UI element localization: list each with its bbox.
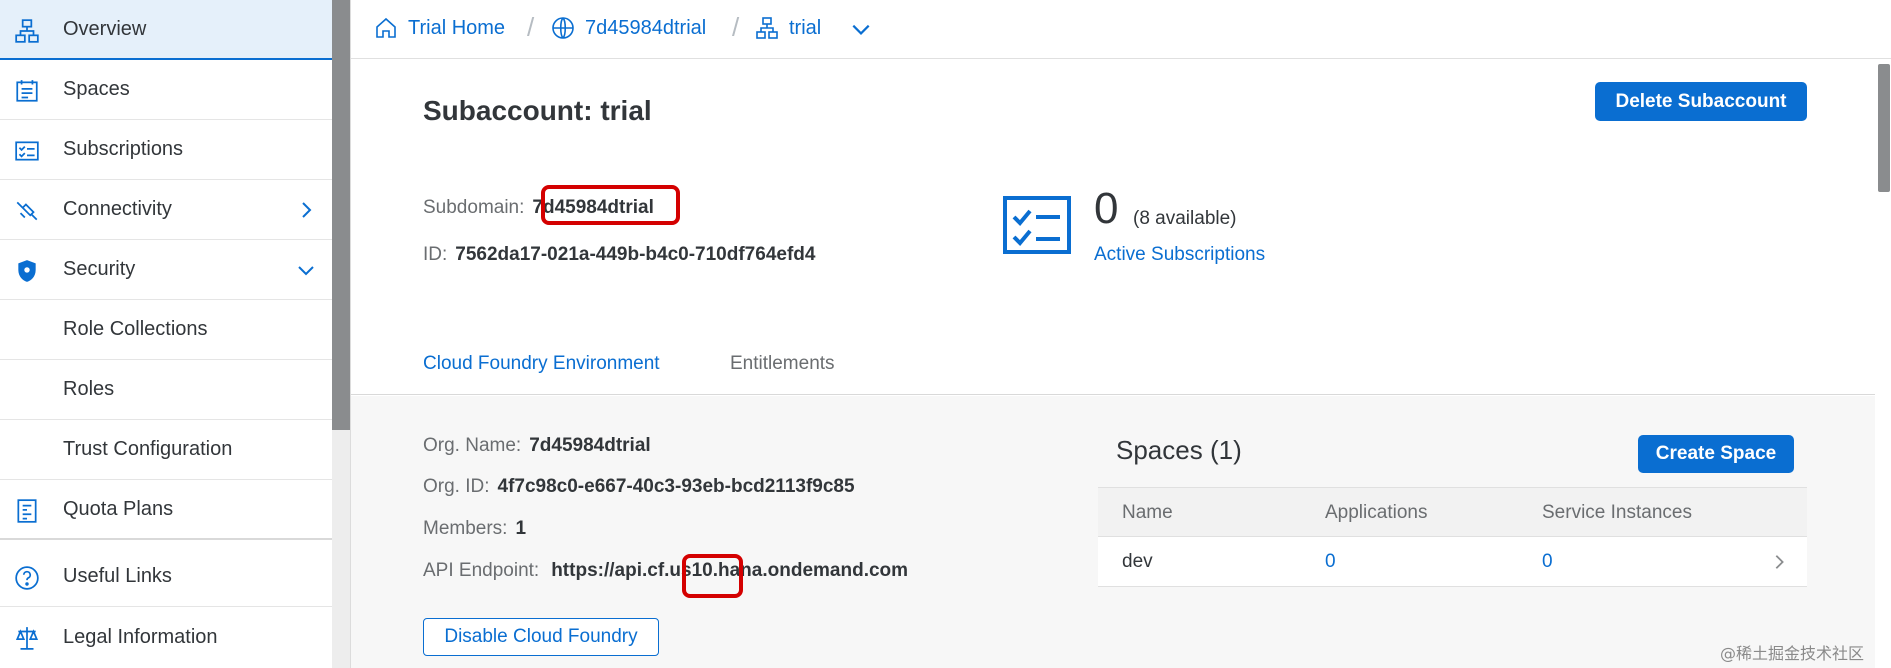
chevron-down-icon[interactable] [850,18,872,40]
sidebar-scrollbar-thumb[interactable] [332,0,350,430]
chevron-down-icon[interactable] [296,260,316,280]
connection-icon [14,198,40,224]
id-label: ID: [423,244,448,265]
main-content: Subaccount: trial Delete Subaccount Subd… [351,60,1875,668]
breadcrumb-label: 7d45984dtrial [585,16,707,39]
breadcrumb-label: Trial Home [408,16,506,39]
sidebar: Overview Spaces Subscriptions Connectivi… [0,0,332,668]
subscriptions-count: 0 [1094,184,1119,233]
breadcrumb-separator: / [527,12,535,42]
org-name-field: Org. Name: 7d45984dtrial [423,435,651,457]
tab-bar: Cloud Foundry Environment Entitlements [351,335,1875,411]
sidebar-item-label: Subscriptions [63,138,184,160]
sidebar-item-trust-configuration[interactable]: Trust Configuration [0,420,332,480]
subscriptions-available: (8 available) [1133,208,1237,229]
hierarchy-icon [14,18,40,44]
sidebar-item-label: Roles [63,378,115,400]
id-field: ID: 7562da17-021a-449b-b4c0-710df764efd4 [423,244,815,266]
sidebar-item-label: Legal Information [63,625,218,648]
sidebar-item-label: Useful Links [63,565,172,587]
id-value: 7562da17-021a-449b-b4c0-710df764efd4 [455,244,816,265]
globe-icon [552,17,574,39]
breadcrumb-subaccount[interactable]: trial [755,16,821,40]
home-icon [376,17,396,38]
column-header-service-instances[interactable]: Service Instances [1542,502,1692,524]
spaces-title: Spaces (1) [1116,435,1242,465]
page-title: Subaccount: trial [423,95,652,126]
checklist-icon [1002,195,1072,255]
org-name-label: Org. Name: [423,435,522,456]
page-scrollbar-thumb[interactable] [1878,64,1890,192]
calendar-list-icon [14,78,40,104]
sidebar-item-subscriptions[interactable]: Subscriptions [0,120,332,180]
org-id-value: 4f7c98c0-e667-40c3-93eb-bcd2113f9c85 [497,476,855,497]
sidebar-item-quota-plans[interactable]: Quota Plans [0,480,332,540]
table-row[interactable]: dev 0 0 [1098,537,1807,587]
sidebar-item-legal-information[interactable]: Legal Information [0,607,332,667]
create-space-button[interactable]: Create Space [1638,435,1794,473]
sidebar-item-label: Trust Configuration [63,438,233,460]
sidebar-item-label: Connectivity [63,198,172,220]
api-endpoint-field: API Endpoint: https://api.cf.us10.hana.on… [423,560,908,582]
column-header-applications[interactable]: Applications [1325,502,1427,524]
breadcrumb-separator: / [732,12,740,42]
sidebar-item-roles[interactable]: Roles [0,360,332,420]
org-id-field: Org. ID: 4f7c98c0-e667-40c3-93eb-bcd2113f… [423,476,855,498]
shield-icon [14,258,40,284]
watermark: @稀土掘金技术社区 [1720,644,1865,663]
hierarchy-icon [756,17,778,39]
help-icon [14,565,40,591]
chevron-right-icon[interactable] [296,200,316,220]
sidebar-item-spaces[interactable]: Spaces [0,60,332,120]
breadcrumb-global-account[interactable]: 7d45984dtrial [551,16,706,40]
column-header-name[interactable]: Name [1122,502,1173,524]
highlight-box-region [682,554,743,598]
sidebar-item-role-collections[interactable]: Role Collections [0,300,332,360]
highlight-box-subdomain [541,185,680,225]
sidebar-item-label: Security [63,258,136,280]
sidebar-item-useful-links[interactable]: Useful Links [0,547,332,607]
breadcrumb-label: trial [789,16,822,39]
cell-service-instances-link[interactable]: 0 [1542,551,1553,573]
breadcrumb-trial-home[interactable]: Trial Home [374,16,505,40]
sidebar-item-label: Overview [63,17,147,40]
tab-cloud-foundry-environment[interactable]: Cloud Foundry Environment [419,353,687,411]
active-subscriptions-link[interactable]: Active Subscriptions [1094,244,1265,266]
disable-cloud-foundry-button[interactable]: Disable Cloud Foundry [423,618,659,656]
sidebar-item-label: Role Collections [63,318,208,340]
breadcrumb: Trial Home / 7d45984dtrial / trial [351,0,1891,59]
members-field: Members: 1 [423,518,526,540]
tab-label: Cloud Foundry Environment [423,353,660,374]
sidebar-item-security[interactable]: Security [0,240,332,300]
cell-space-name: dev [1122,551,1153,572]
spaces-table: Name Applications Service Instances dev … [1098,487,1807,587]
cell-applications-link[interactable]: 0 [1325,551,1336,573]
checklist-icon [14,138,40,164]
tab-entitlements[interactable]: Entitlements [730,353,835,375]
subdomain-label: Subdomain: [423,197,525,218]
quota-icon [14,498,40,524]
scale-icon [14,625,40,651]
members-label: Members: [423,518,508,539]
org-name-value: 7d45984dtrial [529,435,651,456]
api-endpoint-label: API Endpoint: [423,560,540,581]
chevron-right-icon [1770,553,1788,571]
table-header: Name Applications Service Instances [1098,487,1807,537]
sidebar-item-overview[interactable]: Overview [0,0,332,60]
delete-subaccount-button[interactable]: Delete Subaccount [1595,82,1807,121]
sidebar-item-connectivity[interactable]: Connectivity [0,180,332,240]
tab-label: Entitlements [730,353,835,374]
sidebar-item-label: Quota Plans [63,497,174,520]
org-id-label: Org. ID: [423,476,490,497]
members-link[interactable]: 1 [515,518,526,539]
sidebar-item-label: Spaces [63,78,130,100]
